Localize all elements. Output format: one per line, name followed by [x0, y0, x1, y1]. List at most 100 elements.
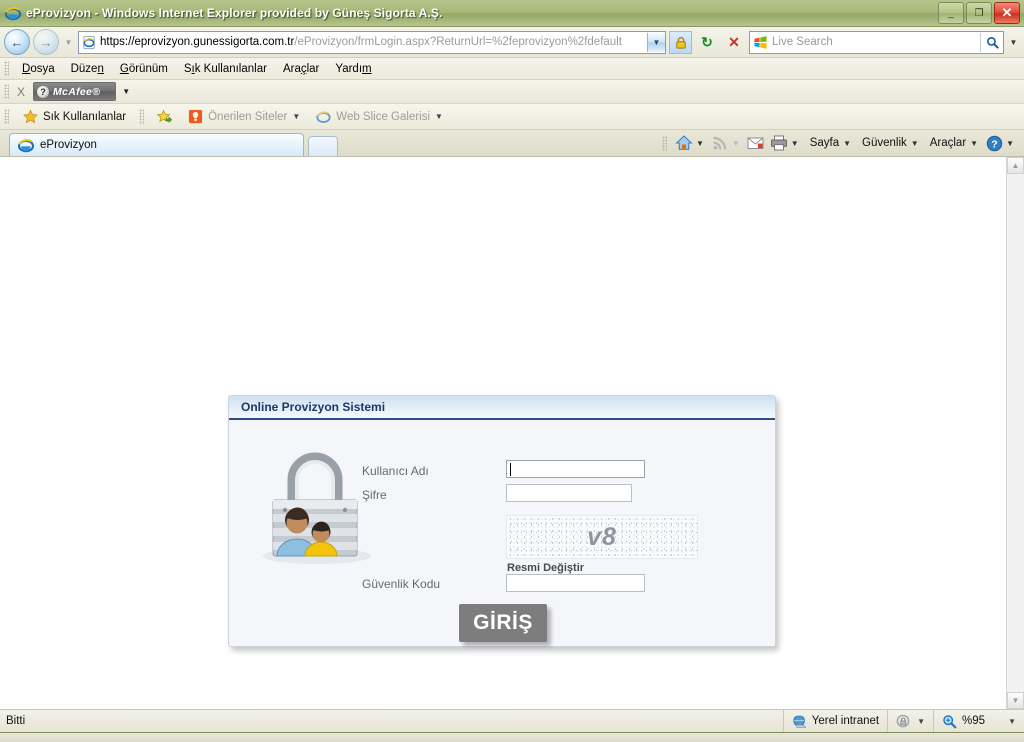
menu-pre: Düze	[70, 62, 98, 75]
web-slice-gallery-button[interactable]: Web Slice Galerisi ▼	[309, 107, 450, 126]
help-dropdown-icon[interactable]: ▼	[1006, 139, 1018, 148]
web-slice-caret-icon[interactable]: ▼	[435, 112, 443, 121]
tab-favicon-icon	[18, 139, 34, 153]
scroll-up-button[interactable]: ▲	[1007, 157, 1024, 174]
web-slice-label: Web Slice Galerisi	[336, 110, 431, 123]
captcha-refresh-link[interactable]: Resmi Değiştir	[507, 562, 584, 574]
zoom-caret-icon[interactable]: ▼	[990, 717, 1016, 726]
title-bar: eProvizyon - Windows Internet Explorer p…	[0, 0, 1024, 27]
security-code-input[interactable]	[506, 574, 645, 592]
protected-mode-cell[interactable]: ▼	[887, 710, 933, 732]
panel-body: Kullanıcı Adı Şifre v8 Resmi Değiştir Gü…	[229, 420, 775, 646]
print-dropdown-icon[interactable]: ▼	[791, 139, 803, 148]
tab-eprovizyon[interactable]: eProvizyon	[9, 133, 304, 156]
lightbulb-icon	[189, 109, 203, 124]
menu-post: lar	[306, 62, 320, 75]
menu-post: örünüm	[128, 62, 168, 75]
windows-logo-icon	[754, 35, 767, 49]
history-dropdown-icon[interactable]: ▼	[62, 38, 75, 47]
home-dropdown-icon[interactable]: ▼	[696, 139, 708, 148]
favorites-button[interactable]: Sık Kullanılanlar	[16, 107, 133, 126]
padlock-users-icon	[263, 452, 371, 564]
menu-item-yardim[interactable]: Yardım	[327, 61, 379, 77]
tab-label: eProvizyon	[40, 139, 97, 151]
status-bar: Bitti Yerel intranet ▼ %95 ▼	[0, 709, 1024, 732]
search-input[interactable]: Live Search	[772, 36, 980, 48]
mcafee-gripper[interactable]	[4, 84, 9, 99]
login-panel: Online Provizyon Sistemi Kullanıcı Adı Ş…	[228, 395, 776, 647]
username-input[interactable]	[506, 460, 645, 478]
menu-post: k Kullanılanlar	[194, 62, 267, 75]
submit-button[interactable]: GİRİŞ	[459, 604, 547, 642]
tools-menu-button[interactable]: Araçlar	[924, 137, 969, 149]
tools-menu-caret-icon[interactable]: ▼	[970, 139, 982, 148]
mail-icon	[747, 137, 764, 149]
menu-pre: S	[183, 62, 192, 75]
mcafee-toolbar: X ? McAfee® ▼	[0, 80, 1024, 104]
address-text: https://eprovizyon.gunessigorta.com.tr/e…	[100, 33, 647, 52]
security-zone-cell[interactable]: Yerel intranet	[782, 710, 887, 732]
add-to-favorites-button[interactable]	[150, 107, 179, 126]
print-button[interactable]	[768, 132, 790, 154]
menu-item-gorunum[interactable]: Görünüm	[112, 61, 176, 77]
internet-explorer-icon	[5, 7, 21, 21]
mcafee-dropdown-icon[interactable]: ▼	[116, 87, 136, 96]
zoom-cell[interactable]: %95 ▼	[933, 710, 1024, 732]
lock-icon	[675, 36, 686, 49]
favorites-label: Sık Kullanılanlar	[43, 110, 127, 123]
menu-item-sik-kullanilanlar[interactable]: Sık Kullanılanlar	[176, 61, 275, 77]
menu-item-dosya[interactable]: Dosya	[14, 61, 63, 77]
address-bar[interactable]: https://eprovizyon.gunessigorta.com.tr/e…	[78, 30, 666, 54]
address-dropdown-icon[interactable]: ▼	[647, 32, 665, 52]
menu-accel: m	[362, 62, 372, 75]
tab-bar: eProvizyon ▼ ▼ ▼ Sayfa ▼ Güvenlik ▼ Araç…	[0, 130, 1024, 156]
page-favicon-icon	[83, 35, 95, 49]
suggested-sites-button[interactable]: Önerilen Siteler ▼	[181, 107, 307, 126]
security-menu-caret-icon[interactable]: ▼	[911, 139, 923, 148]
back-button[interactable]: ←	[4, 29, 30, 55]
ssl-lock-indicator[interactable]	[669, 30, 692, 54]
new-tab-button[interactable]	[308, 136, 338, 156]
page-menu-caret-icon[interactable]: ▼	[843, 139, 855, 148]
protected-mode-caret-icon[interactable]: ▼	[917, 717, 925, 726]
menu-gripper[interactable]	[4, 61, 9, 76]
vertical-scrollbar[interactable]: ▲ ▼	[1006, 157, 1024, 709]
stop-button[interactable]: ✕	[722, 31, 746, 54]
suggested-sites-caret-icon[interactable]: ▼	[292, 112, 300, 121]
feeds-button[interactable]	[709, 132, 731, 154]
taskbar-sliver	[0, 732, 1024, 742]
close-button[interactable]: ✕	[994, 2, 1020, 24]
scroll-down-button[interactable]: ▼	[1007, 692, 1024, 709]
navigation-bar: ← → ▼ https://eprovizyon.gunessigorta.co…	[0, 27, 1024, 58]
command-bar: ▼ ▼ ▼ Sayfa ▼ Güvenlik ▼ Araçlar ▼ ? ▼	[661, 130, 1024, 156]
restore-button[interactable]: ❐	[966, 2, 992, 24]
password-input[interactable]	[506, 484, 632, 502]
security-zone-label: Yerel intranet	[811, 715, 880, 727]
menu-accel: G	[119, 62, 129, 75]
status-message: Bitti	[6, 715, 26, 727]
page-menu-button[interactable]: Sayfa	[804, 137, 842, 149]
forward-button[interactable]: →	[33, 29, 59, 55]
favbar-gripper[interactable]	[4, 109, 9, 124]
cmdbar-gripper[interactable]	[661, 135, 667, 151]
help-button[interactable]: ?	[983, 132, 1005, 154]
mcafee-siteadvisor-button[interactable]: ? McAfee®	[33, 82, 117, 101]
search-submit-icon[interactable]	[980, 32, 1003, 52]
menu-item-araclar[interactable]: Araçlar	[275, 61, 327, 77]
minimize-button[interactable]: _	[938, 2, 964, 24]
captcha-image: v8	[506, 515, 698, 559]
menu-bar: Dosya Düzen Görünüm Sık Kullanılanlar Ar…	[0, 58, 1024, 80]
suggested-sites-label: Önerilen Siteler	[208, 110, 288, 123]
security-menu-button[interactable]: Güvenlik	[856, 137, 910, 149]
menu-post: osya	[30, 62, 55, 75]
search-dropdown-icon[interactable]: ▼	[1007, 38, 1020, 47]
favorites-bar: Sık Kullanılanlar Önerilen Siteler ▼ Web…	[0, 104, 1024, 130]
home-button[interactable]	[673, 132, 695, 154]
refresh-button[interactable]: ↻	[695, 31, 719, 54]
mail-button[interactable]	[745, 132, 767, 154]
search-box[interactable]: Live Search	[749, 30, 1004, 54]
page-viewport: Online Provizyon Sistemi Kullanıcı Adı Ş…	[0, 156, 1024, 709]
home-icon	[675, 135, 693, 150]
mcafee-close-icon[interactable]: X	[14, 85, 33, 99]
menu-item-duzen[interactable]: Düzen	[63, 61, 112, 77]
